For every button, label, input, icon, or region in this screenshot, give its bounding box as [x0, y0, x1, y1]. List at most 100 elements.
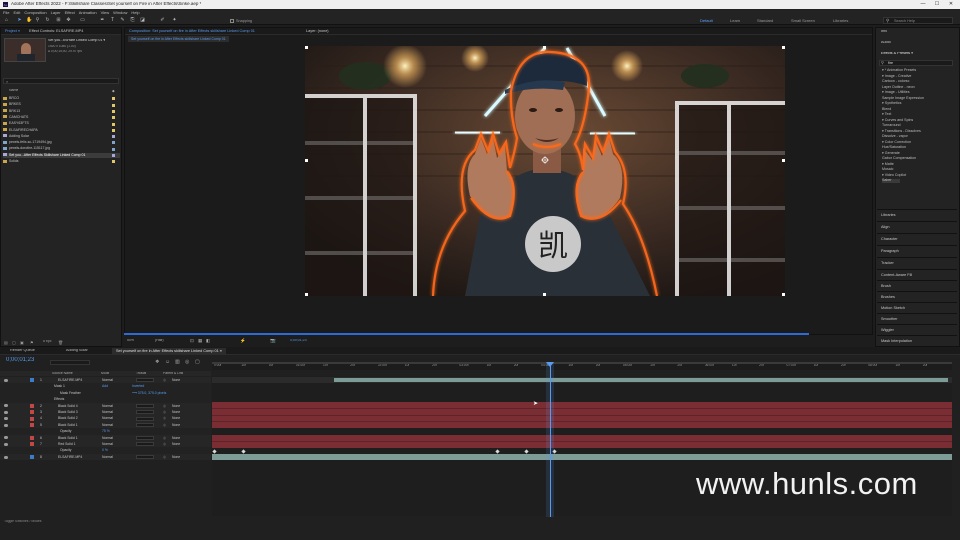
- effects-search-input[interactable]: fire: [879, 60, 953, 66]
- menu-composition[interactable]: Composition: [24, 10, 46, 15]
- project-item[interactable]: BRKES: [3, 102, 120, 108]
- new-folder-icon[interactable]: ▢: [12, 340, 16, 345]
- fast-previews-icon[interactable]: ⚡: [240, 338, 246, 344]
- layer-bar-video-8[interactable]: [212, 454, 952, 460]
- project-item[interactable]: Adding Solar: [3, 134, 120, 140]
- panel-wiggler[interactable]: Wiggler: [877, 324, 957, 335]
- workspace-small-screen[interactable]: Small Screen: [791, 18, 815, 23]
- roto-brush-tool-icon[interactable]: ✐: [160, 18, 165, 23]
- project-item[interactable]: pexels-dorothe-115117.jpg: [3, 146, 120, 152]
- menu-view[interactable]: View: [101, 10, 110, 15]
- pickwhip-icon[interactable]: ◎: [163, 454, 166, 461]
- workspace-default[interactable]: Default: [700, 18, 713, 23]
- type-tool-icon[interactable]: T: [110, 18, 115, 23]
- menu-effect[interactable]: Effect: [65, 10, 75, 15]
- trkmat-dropdown[interactable]: [136, 435, 154, 440]
- magnification-dropdown[interactable]: 50%: [127, 339, 134, 343]
- workspace-learn[interactable]: Learn: [730, 18, 740, 23]
- menu-edit[interactable]: Edit: [13, 10, 20, 15]
- project-item[interactable]: BRCO: [3, 96, 120, 102]
- rotate-tool-icon[interactable]: ↻: [45, 18, 50, 23]
- new-comp-icon[interactable]: ▣: [20, 340, 24, 345]
- close-button[interactable]: ✕: [944, 0, 958, 9]
- effects-tree-item[interactable]: ▾ Image - Creative: [882, 74, 911, 79]
- layer-parent[interactable]: None: [172, 454, 180, 461]
- home-icon[interactable]: ⌂: [4, 18, 9, 23]
- trkmat-dropdown[interactable]: [136, 454, 154, 459]
- project-col-name[interactable]: Name: [9, 89, 18, 93]
- col-mode[interactable]: Mode: [101, 372, 109, 375]
- visibility-eye-icon[interactable]: [4, 410, 8, 414]
- trkmat-dropdown[interactable]: [136, 410, 154, 415]
- panel-smoother[interactable]: Smoother: [877, 313, 957, 324]
- timeline-layer-row[interactable]: 8 ELSAFIRE.MP4 Normal ◎ None: [0, 453, 211, 461]
- selection-tool-icon[interactable]: ➤: [17, 18, 22, 23]
- frame-blending-icon[interactable]: ▥: [175, 359, 180, 365]
- project-item[interactable]: Solids: [3, 159, 120, 165]
- project-item[interactable]: EASY63FTS: [3, 121, 120, 127]
- panel-mask-interpolation[interactable]: Mask Interpolation: [877, 335, 957, 346]
- camera-tool-icon[interactable]: ⊞: [56, 18, 61, 23]
- tab-effect-controls[interactable]: Effect Controls: ELSAFIRE.MP4: [29, 29, 83, 33]
- panel-brush[interactable]: Brush: [877, 280, 957, 291]
- tab-layer[interactable]: Layer: (none): [306, 29, 329, 33]
- visibility-eye-icon[interactable]: [4, 417, 8, 421]
- label-color-swatch[interactable]: [30, 403, 34, 408]
- comp-time-navigator[interactable]: [124, 333, 809, 335]
- menu-window[interactable]: Window: [113, 10, 127, 15]
- trkmat-dropdown[interactable]: [136, 422, 154, 427]
- project-search-input[interactable]: ⌕: [3, 78, 119, 84]
- trkmat-dropdown[interactable]: [136, 378, 154, 383]
- effects-tree-item-selected[interactable]: Saber: [882, 178, 900, 183]
- panel-paragraph[interactable]: Paragraph: [877, 245, 957, 256]
- toggle-switches-modes[interactable]: Toggle Switches / Modes: [4, 520, 42, 523]
- shy-layers-icon[interactable]: ☺: [165, 359, 170, 365]
- effects-tree-item[interactable]: ▾ Video Copilot: [882, 173, 906, 178]
- tab-active-comp[interactable]: Set yourself on fire in After Effects sk…: [112, 348, 226, 355]
- effects-tree-item[interactable]: Dissolve - vapor: [882, 134, 908, 139]
- zoom-tool-icon[interactable]: ⚲: [35, 18, 40, 23]
- clone-stamp-tool-icon[interactable]: ⎘: [130, 18, 135, 23]
- visibility-eye-icon[interactable]: [4, 423, 8, 427]
- label-color-swatch[interactable]: [30, 416, 34, 421]
- panel-motion-sketch[interactable]: Motion Sketch: [877, 302, 957, 313]
- label-color-swatch[interactable]: [30, 410, 34, 415]
- project-item[interactable]: CAMCHATS: [3, 115, 120, 121]
- interpret-footage-icon[interactable]: ▤: [4, 340, 8, 345]
- col-parent-link[interactable]: Parent & Link: [163, 372, 183, 375]
- search-help-input[interactable]: Search Help: [883, 17, 953, 24]
- delete-icon[interactable]: 🗑: [58, 340, 63, 345]
- visibility-eye-icon[interactable]: [4, 404, 8, 408]
- tab-composition[interactable]: Composition: Set yourself on fire in Aft…: [129, 29, 255, 33]
- info-panel-tab[interactable]: Info: [881, 30, 887, 34]
- snapping-toggle[interactable]: Snapping: [230, 18, 252, 24]
- project-item[interactable]: ELSAFIRECHAPA: [3, 128, 120, 134]
- composition-viewer[interactable]: 凯: [305, 46, 785, 296]
- visibility-eye-icon[interactable]: [4, 442, 8, 446]
- effects-tree-item[interactable]: ▾ Matte: [882, 162, 894, 167]
- panel-content-aware-fill[interactable]: Content-Aware Fill: [877, 269, 957, 280]
- pan-behind-tool-icon[interactable]: ✥: [66, 18, 71, 23]
- maximize-button[interactable]: ☐: [930, 0, 944, 9]
- visibility-eye-icon[interactable]: [4, 455, 8, 459]
- minimize-button[interactable]: —: [916, 0, 930, 9]
- puppet-tool-icon[interactable]: ✦: [172, 18, 177, 23]
- effects-tree-item[interactable]: ▾ Transitions - Dissolves: [882, 129, 921, 134]
- menu-file[interactable]: File: [3, 10, 9, 15]
- audio-panel-tab[interactable]: Audio: [881, 41, 891, 45]
- panel-libraries[interactable]: Libraries: [877, 209, 957, 220]
- rectangle-tool-icon[interactable]: ▭: [80, 18, 85, 23]
- effects-tree-item[interactable]: Gabor Compensation: [882, 156, 916, 161]
- workspace-standard[interactable]: Standard: [757, 18, 773, 23]
- brush-tool-icon[interactable]: ✎: [120, 18, 125, 23]
- effects-presets-title[interactable]: Effects & Presets ≡: [881, 52, 913, 56]
- label-color-swatch[interactable]: [30, 422, 34, 427]
- effects-tree-item[interactable]: Mosaic: [882, 167, 893, 172]
- pen-tool-icon[interactable]: ✒: [100, 18, 105, 23]
- effects-tree-item[interactable]: ▾ Image - Utilities: [882, 90, 910, 95]
- menu-layer[interactable]: Layer: [51, 10, 61, 15]
- effects-tree-item[interactable]: Cartoon - colorsc: [882, 79, 909, 84]
- transparency-grid-icon[interactable]: ▦: [198, 338, 202, 344]
- visibility-eye-icon[interactable]: [4, 436, 8, 440]
- hand-tool-icon[interactable]: ✋: [26, 18, 32, 23]
